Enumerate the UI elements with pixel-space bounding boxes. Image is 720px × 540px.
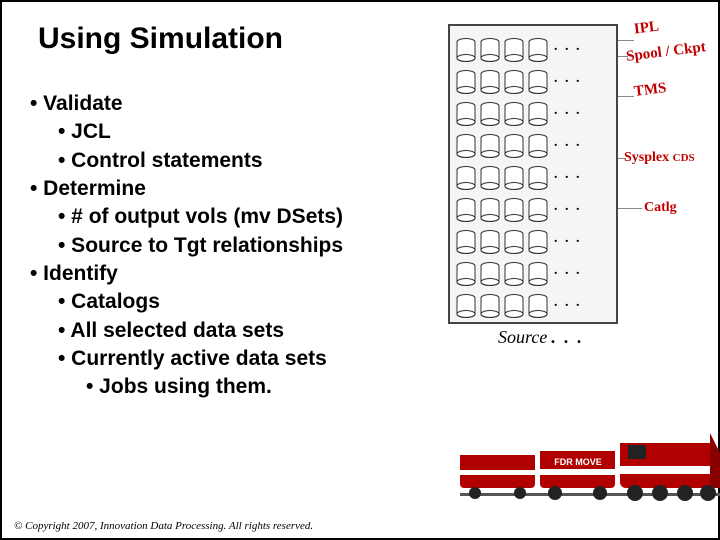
bullet-src-tgt: • Source to Tgt relationships	[58, 232, 343, 260]
cylinder-icon	[456, 38, 476, 62]
cylinder-row: . . .	[450, 32, 616, 62]
row-ellipsis: . . .	[554, 199, 582, 215]
cylinder-row: . . .	[450, 96, 616, 126]
connector-line	[616, 96, 634, 97]
annotation-sysplex: Sysplex CDS	[624, 150, 695, 166]
cylinder-row: . . .	[450, 192, 616, 222]
cylinder-icon	[480, 198, 500, 222]
bullet-control: • Control statements	[58, 147, 343, 175]
train-label: FDR MOVE	[554, 457, 602, 467]
bullet-selected-datasets: • All selected data sets	[58, 317, 343, 345]
copyright-footer: © Copyright 2007, Innovation Data Proces…	[14, 520, 313, 532]
cylinder-icon	[528, 134, 548, 158]
cylinder-icon	[528, 262, 548, 286]
cylinder-icon	[480, 134, 500, 158]
cylinder-icon	[504, 38, 524, 62]
cylinder-icon	[480, 102, 500, 126]
annotation-catlg: Catlg	[644, 200, 677, 216]
cylinder-icon	[480, 230, 500, 254]
row-ellipsis: . . .	[554, 71, 582, 87]
cylinder-icon	[504, 70, 524, 94]
cylinder-icon	[528, 230, 548, 254]
cylinder-icon	[504, 294, 524, 318]
cylinder-icon	[504, 166, 524, 190]
cylinder-icon	[504, 102, 524, 126]
row-ellipsis: . . .	[554, 295, 582, 311]
cylinder-icon	[528, 294, 548, 318]
cylinder-row: . . .	[450, 288, 616, 318]
cylinder-icon	[456, 230, 476, 254]
cylinder-row: . . .	[450, 256, 616, 286]
cylinder-row: . . .	[450, 64, 616, 94]
connector-line	[616, 40, 634, 41]
train-illustration: FDR MOVE	[460, 413, 720, 508]
cylinder-icon	[456, 198, 476, 222]
cylinder-icon	[480, 166, 500, 190]
cylinder-icon	[504, 134, 524, 158]
source-label: Source. . .	[498, 327, 584, 348]
cylinder-icon	[504, 230, 524, 254]
cylinder-icon	[528, 198, 548, 222]
bullet-jobs: • Jobs using them.	[86, 373, 343, 401]
cylinder-icon	[528, 38, 548, 62]
source-volumes-diagram: // rows generated below after body parse…	[448, 24, 618, 324]
cylinder-icon	[456, 70, 476, 94]
row-ellipsis: . . .	[554, 103, 582, 119]
cylinder-row: . . .	[450, 224, 616, 254]
annotation-ipl: IPL	[633, 19, 660, 39]
row-ellipsis: . . .	[554, 231, 582, 247]
bullet-catalogs: • Catalogs	[58, 288, 343, 316]
cylinder-icon	[456, 166, 476, 190]
cylinder-icon	[480, 38, 500, 62]
cylinder-icon	[456, 134, 476, 158]
slide-title: Using Simulation	[38, 22, 283, 56]
cylinder-icon	[480, 262, 500, 286]
cylinder-row: . . .	[450, 160, 616, 190]
cylinder-icon	[528, 166, 548, 190]
cylinder-icon	[456, 294, 476, 318]
bullet-validate: • Validate	[30, 90, 343, 118]
bullet-output-vols: • # of output vols (mv DSets)	[58, 203, 343, 231]
row-ellipsis: . . .	[554, 135, 582, 151]
cylinder-icon	[528, 102, 548, 126]
cylinder-row: . . .	[450, 128, 616, 158]
bullet-list: • Validate • JCL • Control statements • …	[30, 90, 343, 402]
cylinder-icon	[504, 262, 524, 286]
bullet-determine: • Determine	[30, 175, 343, 203]
row-ellipsis: . . .	[554, 167, 582, 183]
row-ellipsis: . . .	[554, 39, 582, 55]
bullet-active-datasets: • Currently active data sets	[58, 345, 343, 373]
row-ellipsis: . . .	[554, 263, 582, 279]
bullet-identify: • Identify	[30, 260, 343, 288]
cylinder-icon	[504, 198, 524, 222]
cylinder-icon	[528, 70, 548, 94]
bullet-jcl: • JCL	[58, 118, 343, 146]
connector-line	[616, 208, 642, 209]
cylinder-icon	[456, 102, 476, 126]
cylinder-icon	[456, 262, 476, 286]
cylinder-icon	[480, 294, 500, 318]
cylinder-icon	[480, 70, 500, 94]
